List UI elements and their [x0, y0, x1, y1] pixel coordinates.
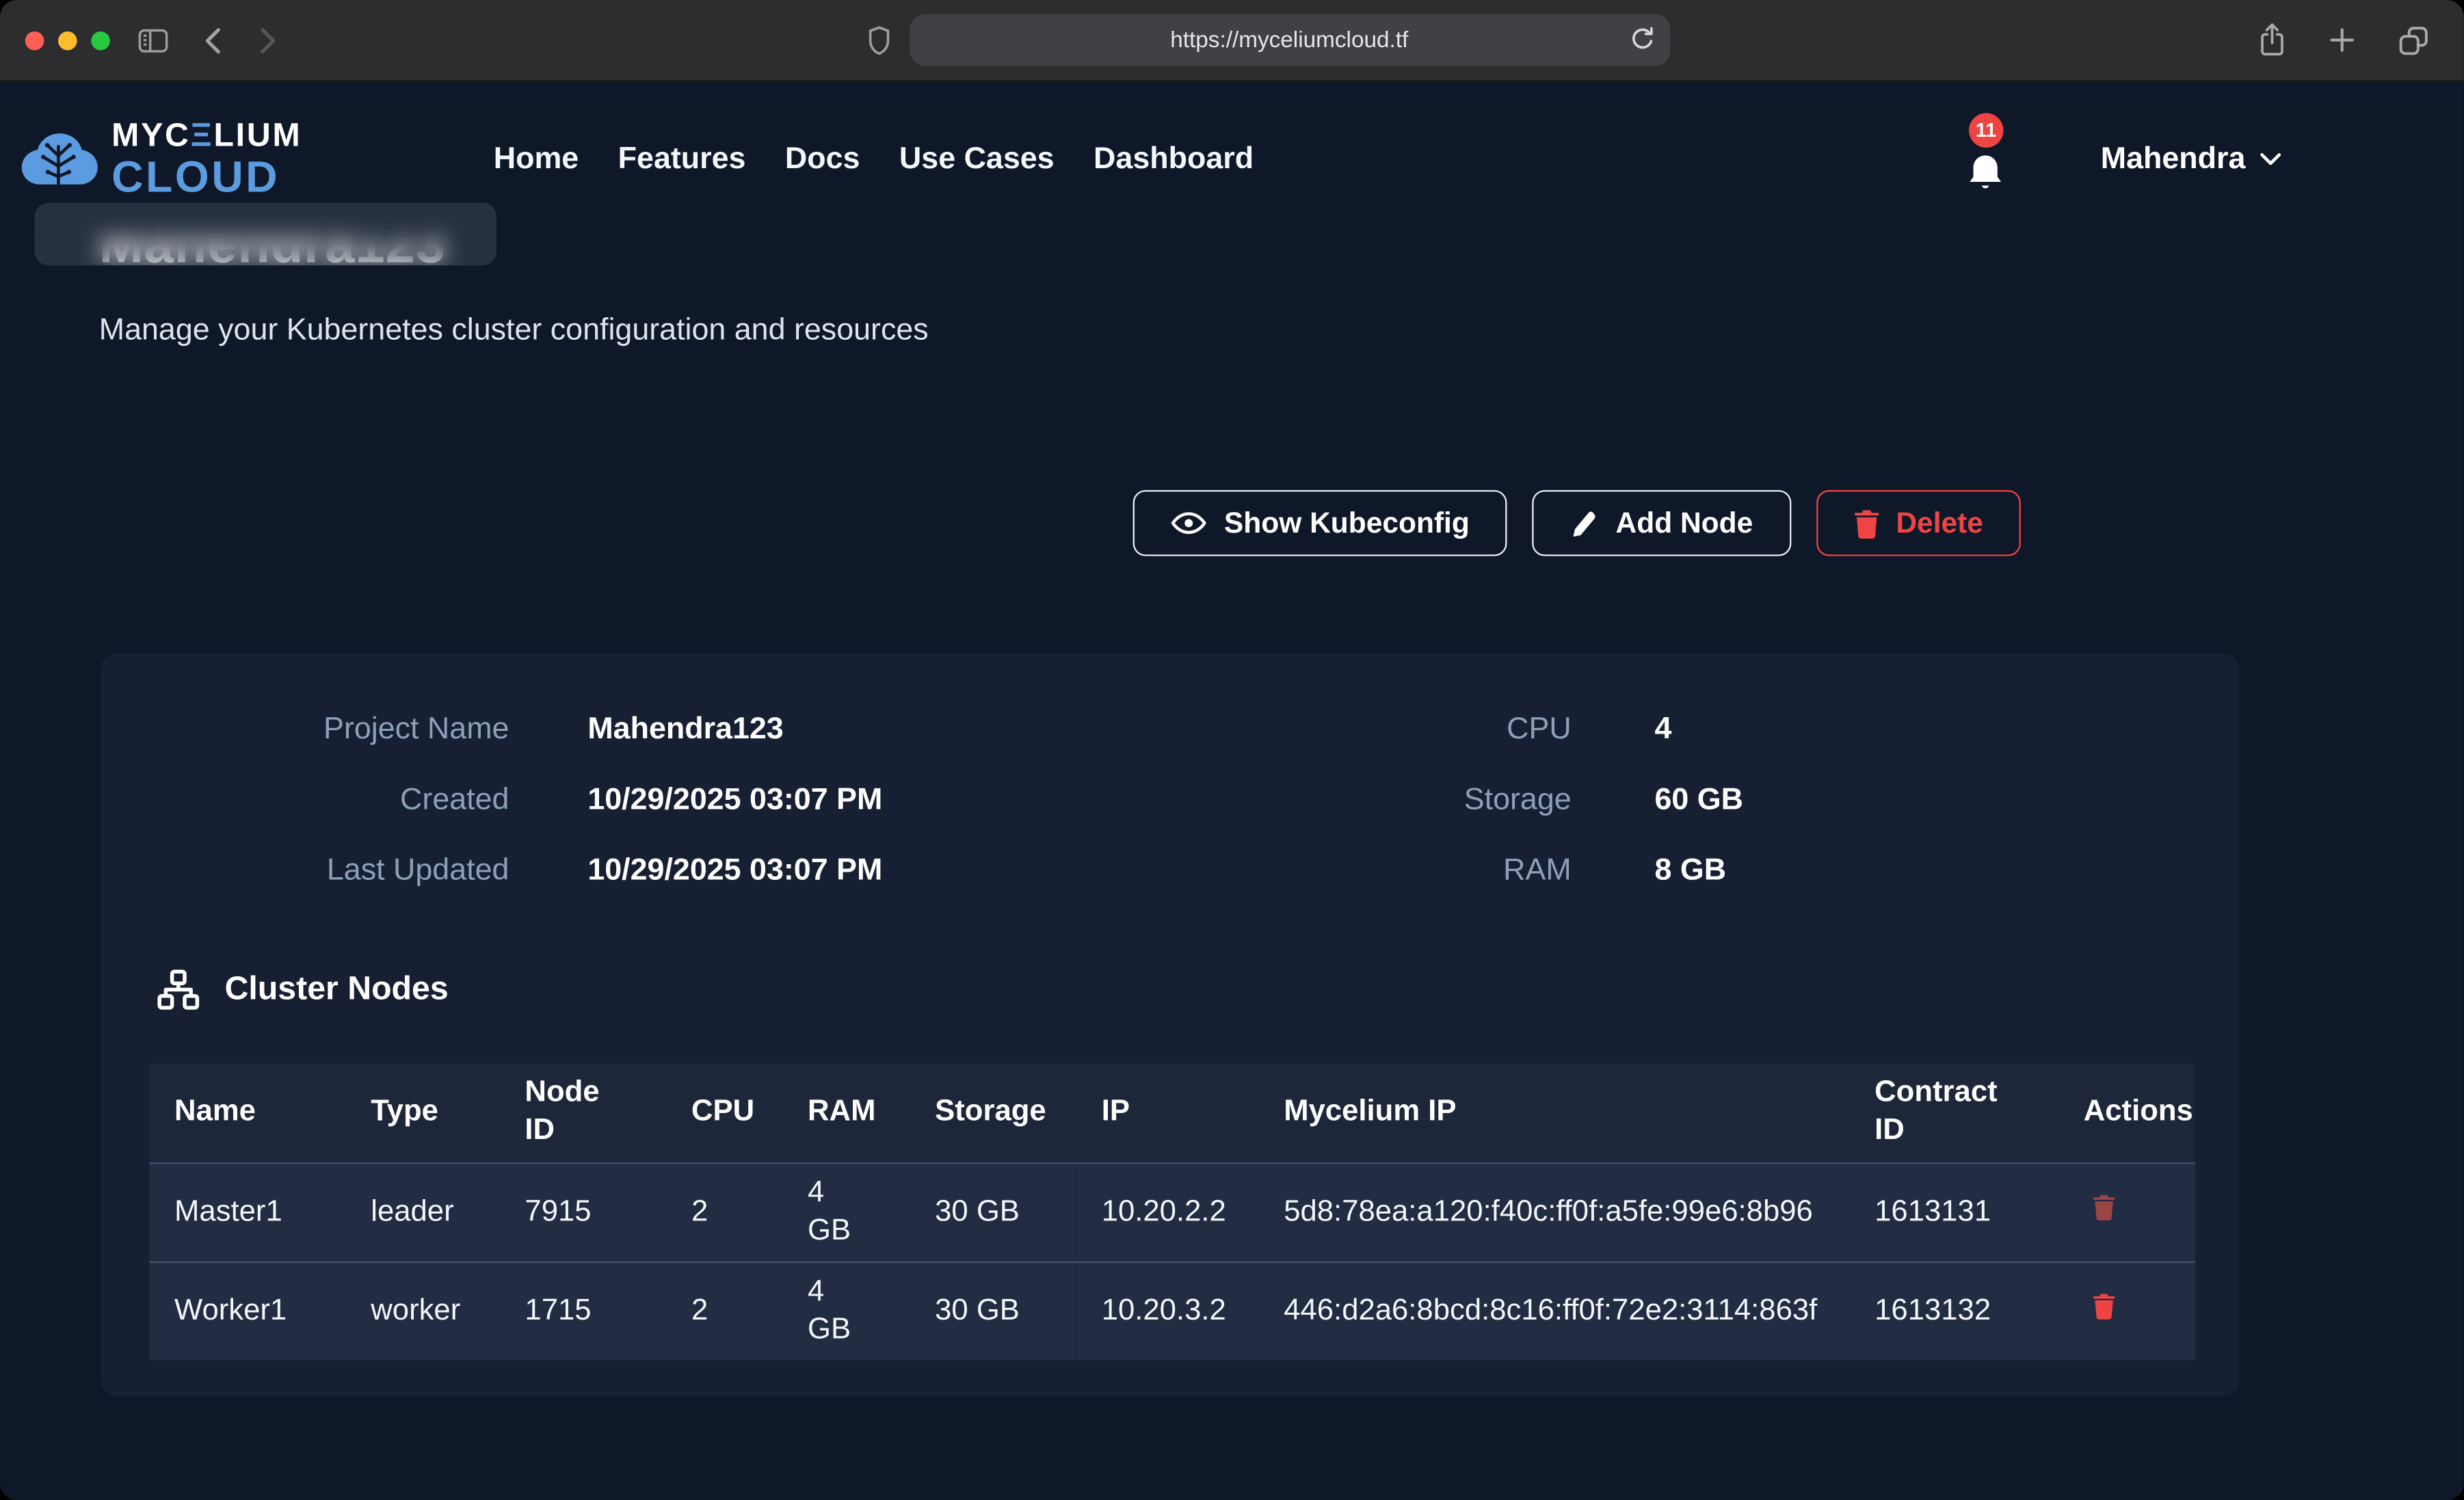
info-label: CPU [1320, 710, 1572, 748]
address-bar[interactable]: https://myceliumcloud.tf [909, 14, 1669, 66]
table-row: Worker1 worker 1715 2 4 GB 30 GB 10.20.3… [149, 1261, 2195, 1361]
screen-scale-wrapper: https://myceliumcloud.tf [0, 0, 2464, 1500]
cell-contract-id: 1613132 [1849, 1261, 2058, 1361]
trash-icon [1853, 508, 1879, 538]
logo-wordmark: MYCΞLIUM CLOUD [111, 120, 302, 200]
reload-icon[interactable] [1629, 25, 1656, 53]
cluster-nodes-heading: Cluster Nodes [157, 969, 449, 1010]
cell-name: Master1 [149, 1162, 345, 1261]
info-value: 8 GB [1654, 851, 1743, 889]
cell-type: worker [345, 1261, 499, 1361]
cell-storage: 30 GB [910, 1162, 1076, 1261]
cell-ram: 4 GB [782, 1162, 910, 1261]
cell-mycelium-ip: 446:d2a6:8bcd:8c16:ff0f:72e2:3114:863f [1258, 1261, 1849, 1361]
cluster-nodes-icon [157, 969, 200, 1010]
minimize-window-button[interactable] [58, 31, 77, 50]
cell-cpu: 2 [666, 1162, 782, 1261]
user-name: Mahendra [2101, 142, 2246, 178]
page-content: Mahendra123 Manage your Kubernetes clust… [0, 237, 2464, 1500]
delete-cluster-button[interactable]: Delete [1816, 490, 2021, 557]
back-icon[interactable] [202, 26, 222, 54]
col-header-type: Type [345, 1064, 499, 1163]
url-text: https://myceliumcloud.tf [1170, 27, 1408, 53]
nav-link-home[interactable]: Home [494, 142, 579, 178]
cloud-tree-logo-icon [21, 130, 99, 189]
info-value: 10/29/2025 03:07 PM [587, 851, 882, 889]
cell-contract-id: 1613131 [1849, 1162, 2058, 1261]
cell-ip: 10.20.3.2 [1076, 1261, 1259, 1361]
blurred-region [35, 202, 497, 265]
forward-icon[interactable] [259, 26, 278, 54]
cell-cpu: 2 [666, 1261, 782, 1361]
info-value: Mahendra123 [587, 710, 882, 748]
main-nav: Home Features Docs Use Cases Dashboard [494, 142, 1254, 178]
traffic-lights [25, 31, 110, 50]
cell-ram: 4 GB [782, 1261, 910, 1361]
cluster-nodes-table: Name Type Node ID CPU RAM Storage IP Myc… [149, 1064, 2195, 1361]
show-kubeconfig-button[interactable]: Show Kubeconfig [1133, 490, 1507, 557]
cell-name: Worker1 [149, 1261, 345, 1361]
table-row: Master1 leader 7915 2 4 GB 30 GB 10.20.2… [149, 1162, 2195, 1261]
cell-node-id: 1715 [500, 1261, 667, 1361]
info-label: RAM [1320, 851, 1572, 889]
col-header-node-id: Node ID [500, 1064, 667, 1163]
info-label: Last Updated [101, 851, 509, 889]
info-value: 4 [1654, 710, 1743, 748]
info-label: Storage [1320, 781, 1572, 818]
zoom-window-button[interactable] [91, 31, 110, 50]
table-header-row: Name Type Node ID CPU RAM Storage IP Myc… [149, 1064, 2195, 1163]
eye-icon [1171, 511, 1207, 536]
chevron-down-icon [2260, 152, 2281, 167]
col-header-storage: Storage [910, 1064, 1076, 1163]
cell-actions [2058, 1162, 2195, 1261]
bell-icon [1967, 152, 2003, 193]
cluster-info-left: Project Name Mahendra123 Created 10/29/2… [101, 710, 882, 889]
pencil-icon [1570, 508, 1598, 538]
delete-node-button[interactable] [2093, 1193, 2115, 1220]
info-value: 60 GB [1654, 781, 1743, 818]
cell-actions [2058, 1261, 2195, 1361]
cell-node-id: 7915 [500, 1162, 667, 1261]
cell-storage: 30 GB [910, 1261, 1076, 1361]
col-header-actions: Actions [2058, 1064, 2195, 1163]
page-subtitle: Manage your Kubernetes cluster configura… [99, 312, 929, 349]
info-value: 10/29/2025 03:07 PM [587, 781, 882, 818]
add-node-button[interactable]: Add Node [1533, 490, 1791, 557]
notification-count-badge: 11 [1969, 112, 2004, 147]
tab-overview-icon[interactable] [2398, 25, 2429, 56]
cell-type: leader [345, 1162, 499, 1261]
col-header-name: Name [149, 1064, 345, 1163]
browser-window: https://myceliumcloud.tf [0, 0, 2464, 1500]
col-header-contract-id: Contract ID [1849, 1064, 2058, 1163]
cell-mycelium-ip: 5d8:78ea:a120:f40c:ff0f:a5fe:99e6:8b96 [1258, 1162, 1849, 1261]
nav-link-docs[interactable]: Docs [785, 142, 860, 178]
notifications-button[interactable]: 11 [1967, 152, 2003, 193]
user-menu[interactable]: Mahendra [2101, 142, 2281, 178]
cluster-actions: Show Kubeconfig Add Node Delete [1133, 490, 2021, 557]
close-window-button[interactable] [25, 31, 44, 50]
cell-ip: 10.20.2.2 [1076, 1162, 1259, 1261]
delete-node-button[interactable] [2093, 1292, 2115, 1319]
nav-link-use-cases[interactable]: Use Cases [899, 142, 1055, 178]
new-tab-icon[interactable] [2329, 27, 2355, 53]
col-header-mycelium-ip: Mycelium IP [1258, 1064, 1849, 1163]
info-label: Project Name [101, 710, 509, 748]
col-header-ip: IP [1076, 1064, 1259, 1163]
nav-link-features[interactable]: Features [618, 142, 746, 178]
mycelium-cloud-logo[interactable]: MYCΞLIUM CLOUD [21, 120, 302, 200]
nav-link-dashboard[interactable]: Dashboard [1094, 142, 1254, 178]
col-header-cpu: CPU [666, 1064, 782, 1163]
browser-titlebar: https://myceliumcloud.tf [0, 0, 2464, 81]
info-label: Created [101, 781, 509, 818]
col-header-ram: RAM [782, 1064, 910, 1163]
cluster-details-card: Project Name Mahendra123 Created 10/29/2… [101, 654, 2239, 1397]
cluster-info-right: CPU 4 Storage 60 GB RAM 8 GB [1320, 710, 1743, 889]
sidebar-toggle-icon[interactable] [138, 27, 168, 53]
privacy-shield-icon[interactable] [866, 25, 890, 55]
share-icon[interactable] [2258, 22, 2286, 58]
